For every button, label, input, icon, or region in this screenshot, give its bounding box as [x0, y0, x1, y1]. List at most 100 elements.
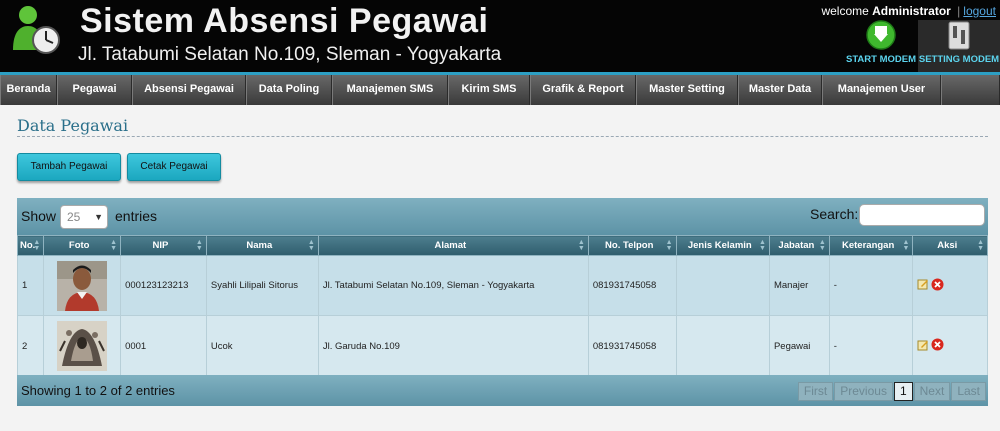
name-cell: Syahli Lilipali Sitorus	[205, 255, 319, 316]
separator: |	[957, 4, 961, 18]
address-cell: Jl. Tatabumi Selatan No.109, Sleman - Yo…	[317, 255, 589, 316]
add-employee-button[interactable]: Tambah Pegawai	[17, 153, 121, 181]
show-label: Show	[21, 208, 57, 224]
start-modem-label: START MODEM	[845, 54, 916, 65]
row-number: 2	[16, 315, 45, 377]
modem-settings-icon	[948, 21, 970, 50]
column-header-foto[interactable]: Foto ▲ ▼	[43, 235, 122, 256]
column-header-label: Jenis Kelamin	[687, 240, 752, 251]
nav-item-pegawai[interactable]: Pegawai	[57, 75, 132, 105]
photo-cell	[43, 315, 122, 377]
nav-item-master-data[interactable]: Master Data	[738, 75, 822, 105]
address-cell: Jl. Garuda No.109	[317, 315, 589, 377]
column-header-label: Alamat	[434, 240, 467, 251]
sort-icon: ▲ ▼	[110, 239, 118, 252]
app-title: Sistem Absensi Pegawai	[80, 2, 489, 40]
note-cell: -	[828, 315, 914, 377]
nav-item-manajemen-user[interactable]: Manajemen User	[822, 75, 941, 105]
nav-item-data-poling[interactable]: Data Poling	[246, 75, 332, 105]
edit-icon[interactable]	[917, 278, 929, 290]
table-row: 2 0001 Ucok Jl. Garuda No.109 081931745058 Pe…	[16, 315, 988, 377]
page-size-value: 25	[67, 210, 81, 224]
sort-icon: ▲ ▼	[818, 239, 826, 252]
column-header-label: Foto	[68, 240, 90, 251]
title-divider	[17, 136, 988, 137]
table-header-row: No. ▲ ▼ Foto ▲ ▼ NIP ▲ ▼ Nama ▲ ▼ Alamat ▲ ▼ No. Telpon…	[16, 235, 988, 256]
nav-item-kirim-sms[interactable]: Kirim SMS	[448, 75, 530, 105]
entries-label: entries	[115, 208, 158, 224]
column-header-label: Aksi	[937, 240, 958, 251]
actions-cell	[912, 315, 988, 377]
logout-link[interactable]: logout	[963, 4, 996, 18]
previous-page-button[interactable]: Previous	[834, 382, 893, 401]
sort-icon: ▲ ▼	[665, 239, 673, 252]
name-cell: Ucok	[205, 315, 319, 377]
nav-item-absensi-pegawai[interactable]: Absensi Pegawai	[132, 75, 246, 105]
sort-icon: ▲ ▼	[195, 239, 203, 252]
start-modem-button[interactable]: START MODEM	[844, 20, 918, 72]
start-modem-icon	[866, 20, 896, 50]
next-page-button[interactable]: Next	[913, 382, 951, 401]
column-header-label: Jabatan	[778, 240, 815, 251]
employee-photo	[57, 321, 108, 371]
column-header-alamat[interactable]: Alamat ▲ ▼	[317, 235, 589, 256]
column-header-label: NIP	[152, 240, 169, 251]
column-header-nip[interactable]: NIP ▲ ▼	[120, 235, 207, 256]
nav-filler	[941, 75, 1000, 105]
page-1-button[interactable]: 1	[893, 382, 913, 401]
sort-icon: ▲ ▼	[33, 239, 41, 252]
column-header-jenis-kelamin[interactable]: Jenis Kelamin ▲ ▼	[675, 235, 770, 256]
search-input[interactable]	[859, 204, 985, 226]
nav-item-manajemen-sms[interactable]: Manajemen SMS	[332, 75, 448, 105]
employee-table-panel: Show 25 ▼ entries Search: No. ▲ ▼ Foto ▲ ▼ NIP…	[16, 198, 988, 406]
actions-cell	[912, 255, 988, 316]
table-footer: Showing 1 to 2 of 2 entries First Previo…	[17, 375, 988, 406]
welcome-text: welcome Administrator | logout	[821, 4, 996, 18]
column-header-keterangan[interactable]: Keterangan ▲ ▼	[828, 235, 914, 256]
column-header-no[interactable]: No. ▲ ▼	[16, 235, 45, 256]
column-header-nama[interactable]: Nama ▲ ▼	[205, 235, 319, 256]
row-actions	[917, 338, 944, 351]
row-actions	[917, 278, 944, 291]
note-cell: -	[828, 255, 914, 316]
nav-item-master-setting[interactable]: Master Setting	[636, 75, 738, 105]
search-label: Search:	[810, 206, 859, 222]
chevron-down-icon: ▼	[94, 212, 103, 222]
phone-cell: 081931745058	[587, 315, 677, 377]
table-info: Showing 1 to 2 of 2 entries	[21, 383, 175, 398]
photo-cell	[43, 255, 122, 316]
welcome-prefix: welcome	[821, 4, 869, 18]
delete-icon[interactable]	[931, 338, 944, 351]
nav-item-grafik-report[interactable]: Grafik & Report	[530, 75, 636, 105]
table-row: 1 000123123213 Syahli Lilipali Sitorus Jl. …	[16, 255, 988, 316]
row-number: 1	[16, 255, 45, 316]
employee-photo	[57, 260, 108, 311]
page-size-select[interactable]: 25 ▼	[60, 205, 108, 229]
column-header-label: Keterangan	[842, 240, 895, 251]
last-page-button[interactable]: Last	[951, 382, 986, 401]
delete-icon[interactable]	[931, 278, 944, 291]
position-cell: Manajer	[768, 255, 830, 316]
column-header-aksi[interactable]: Aksi ▲ ▼	[912, 235, 988, 256]
app-address: Jl. Tatabumi Selatan No.109, Sleman - Yo…	[78, 44, 502, 65]
column-header-jabatan[interactable]: Jabatan ▲ ▼	[768, 235, 830, 256]
nav-item-beranda[interactable]: Beranda	[0, 75, 57, 105]
setting-modem-button[interactable]: SETTING MODEM	[918, 20, 1000, 72]
page-title: Data Pegawai	[17, 116, 129, 135]
nip-cell: 0001	[120, 315, 207, 377]
table-toolbar: Show 25 ▼ entries Search:	[17, 198, 988, 235]
current-user: Administrator	[872, 4, 951, 18]
employee-table: No. ▲ ▼ Foto ▲ ▼ NIP ▲ ▼ Nama ▲ ▼ Alamat ▲ ▼ No. Telpon…	[16, 235, 988, 377]
column-header-label: No. Telpon	[605, 240, 654, 251]
edit-icon[interactable]	[917, 339, 929, 351]
first-page-button[interactable]: First	[797, 382, 834, 401]
position-cell: Pegawai	[768, 315, 830, 377]
sort-icon: ▲ ▼	[577, 239, 585, 252]
column-header-label: Nama	[246, 240, 273, 251]
column-header-no-telpon[interactable]: No. Telpon ▲ ▼	[587, 235, 677, 256]
print-employee-button[interactable]: Cetak Pegawai	[127, 153, 221, 181]
setting-modem-label: SETTING MODEM	[918, 54, 1000, 65]
pagination: First Previous 1 Next Last	[797, 382, 986, 401]
gender-cell	[675, 255, 770, 316]
phone-cell: 081931745058	[587, 255, 677, 316]
